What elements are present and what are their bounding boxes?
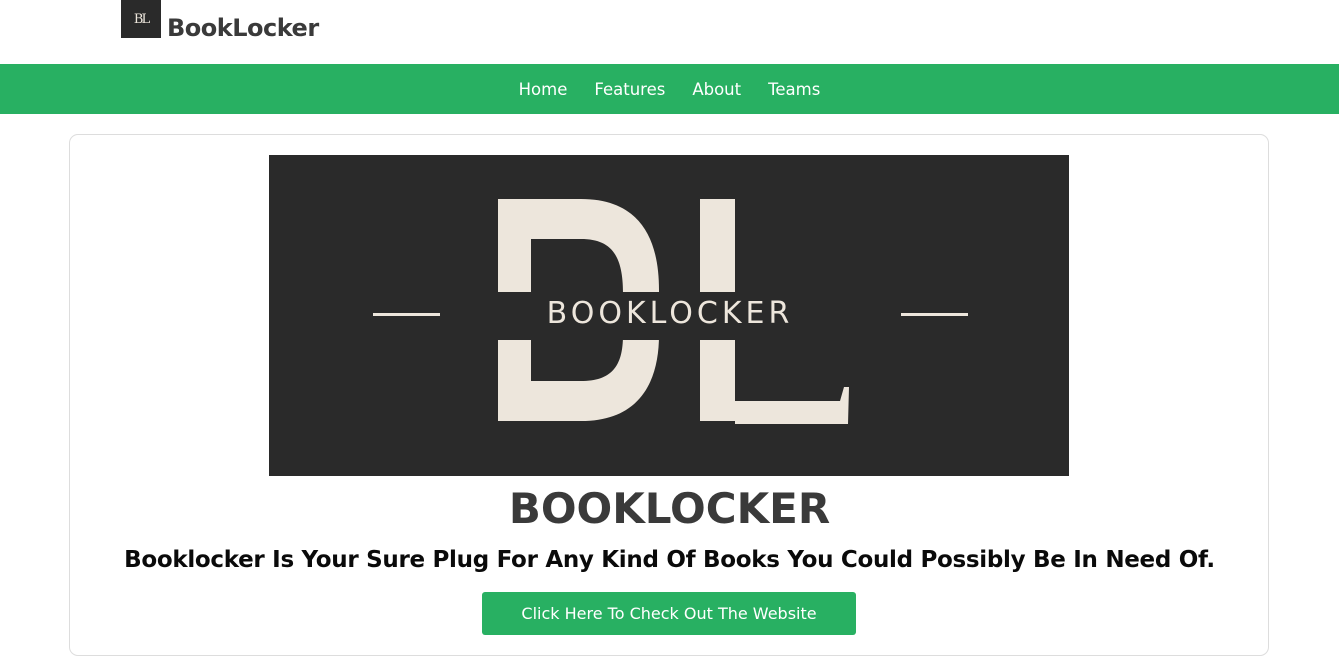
brand-name[interactable]: BookLocker bbox=[167, 14, 319, 42]
hero-left-line bbox=[373, 313, 440, 316]
page-title: BOOKLOCKER bbox=[508, 484, 831, 533]
nav-item-about[interactable]: About bbox=[692, 80, 741, 99]
brand-logo-text: BL bbox=[133, 11, 150, 27]
main-nav: Home Features About Teams bbox=[0, 64, 1339, 114]
visit-website-button[interactable]: Click Here To Check Out The Website bbox=[482, 592, 856, 635]
nav-item-teams[interactable]: Teams bbox=[768, 80, 820, 99]
brand-logo[interactable]: BL bbox=[121, 0, 161, 38]
top-header: BL BookLocker bbox=[0, 0, 1339, 64]
hero-right-line bbox=[901, 313, 968, 316]
nav-item-features[interactable]: Features bbox=[594, 80, 665, 99]
tagline: Booklocker Is Your Sure Plug For Any Kin… bbox=[124, 547, 1215, 573]
nav-item-home[interactable]: Home bbox=[519, 80, 568, 99]
nav-links: Home Features About Teams bbox=[0, 64, 1339, 114]
hero-logo-graphic: BOOKLOCKER bbox=[373, 199, 968, 424]
hero-wordmark: BOOKLOCKER bbox=[547, 296, 794, 331]
hero-logo-image: BOOKLOCKER bbox=[269, 155, 1069, 476]
